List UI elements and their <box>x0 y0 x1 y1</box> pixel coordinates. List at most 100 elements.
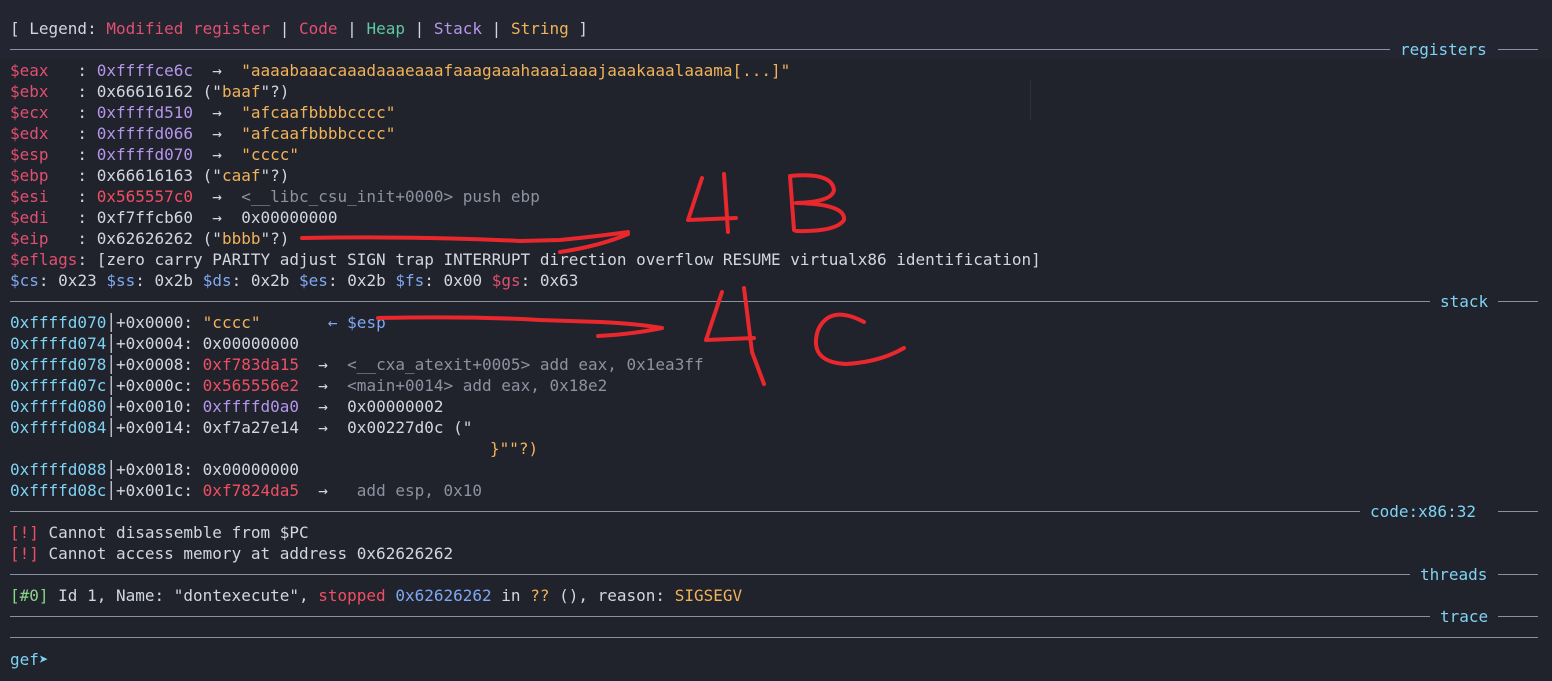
error-tag: [!] <box>10 544 39 563</box>
stack-value: "cccc" <box>202 313 261 332</box>
stack-row: 0xffffd078│+0x0008: 0xf783da15 → <__cxa_… <box>10 354 704 375</box>
stack-separator: stack <box>10 291 1538 312</box>
register-name: $ebx <box>10 82 49 101</box>
code-section-title: code:x86:32 <box>1370 502 1476 521</box>
stack-row: 0xffffd07c│+0x000c: 0x565556e2 → <main+0… <box>10 375 607 396</box>
colon: : <box>48 103 97 122</box>
stack-bar: │ <box>106 460 116 479</box>
segment-name: $ds <box>202 271 232 290</box>
threads-section-title: threads <box>1420 565 1488 584</box>
separator-rule <box>1498 616 1538 617</box>
annotation-arrow-stack <box>376 315 664 338</box>
paren-open: (" <box>193 229 222 248</box>
separator-rule <box>10 616 1430 617</box>
error-message: Cannot disassemble from $PC <box>38 523 309 542</box>
register-deref: <__libc_csu_init+0000> push ebp <box>241 187 540 206</box>
register-deref: "afcaafbbbbcccc" <box>241 124 396 143</box>
register-value: 0xffffd510 <box>96 103 194 122</box>
segment-value: : 0x23 <box>38 271 107 290</box>
stack-value: 0xf7824da5 <box>202 481 299 500</box>
colon: : <box>48 145 97 164</box>
arrow: → <box>193 208 242 227</box>
separator-rule <box>1498 574 1538 575</box>
thread-state: stopped <box>318 586 386 605</box>
arrow: → <box>193 61 242 80</box>
legend-heap: Heap <box>366 19 405 38</box>
register-value: 0xffffd066 <box>96 124 194 143</box>
register-string: caaf <box>221 166 261 185</box>
stack-row: 0xffffd080│+0x0010: 0xffffd0a0 → 0x00000… <box>10 396 444 417</box>
register-value: 0xffffce6c <box>96 61 194 80</box>
annotation-4b-four <box>686 172 738 234</box>
register-name: $ebp <box>10 166 49 185</box>
registers-separator: registers <box>10 39 1538 60</box>
stack-deref: <main+0014> add eax, 0x18e2 <box>347 376 608 395</box>
register-deref: "cccc" <box>241 145 299 164</box>
stack-value: 0x00000000 <box>202 334 299 353</box>
legend-sep: | <box>337 19 367 38</box>
legend-stack: Stack <box>433 19 483 38</box>
segment-name: $gs <box>491 271 521 290</box>
colon: : <box>48 229 97 248</box>
legend-sep: | <box>270 19 299 38</box>
stack-offset: +0x0008: <box>115 355 203 374</box>
stack-address: 0xffffd080 <box>10 397 107 416</box>
stack-bar: │ <box>106 355 116 374</box>
stack-value: 0xf7a27e14 <box>202 418 299 437</box>
stack-deref: 0x00227d0c (" <box>347 418 473 437</box>
trace-section-title: trace <box>1440 607 1489 626</box>
stack-pointer-marker: ← $esp <box>327 313 386 332</box>
legend-open: [ Legend: <box>10 19 107 38</box>
register-ebp: $ebp : 0x66616163 ("caaf"?) <box>10 165 289 186</box>
registers-section-title: registers <box>1400 40 1487 59</box>
colon: : <box>48 82 97 101</box>
separator-rule <box>10 574 1410 575</box>
register-eax: $eax : 0xffffce6c → "aaaabaaacaaadaaaeaa… <box>10 60 790 81</box>
prompt-text: gef➤ <box>10 650 49 669</box>
code-error-line: [!] Cannot disassemble from $PC <box>10 522 309 543</box>
register-name: $eflags <box>10 250 78 269</box>
segment-name: $es <box>299 271 328 290</box>
stack-continuation: }""?) <box>490 438 538 459</box>
register-ecx: $ecx : 0xffffd510 → "afcaafbbbbcccc" <box>10 102 395 123</box>
segment-value: : 0x63 <box>520 271 579 290</box>
separator-rule <box>1498 49 1538 50</box>
stack-bar: │ <box>106 313 116 332</box>
stack-address: 0xffffd074 <box>10 334 107 353</box>
legend-sep: | <box>482 19 511 38</box>
stack-value: 0x00000000 <box>202 460 299 479</box>
stack-value: 0xffffd0a0 <box>202 397 299 416</box>
arrow: → <box>299 397 348 416</box>
arrow: → <box>299 355 348 374</box>
trace-separator: trace <box>10 606 1538 627</box>
stack-offset: +0x000c: <box>115 376 203 395</box>
stack-row: 0xffffd088│+0x0018: 0x00000000 <box>10 459 299 480</box>
error-tag: [!] <box>10 523 39 542</box>
colon: : <box>48 187 97 206</box>
arrow: → <box>299 376 348 395</box>
stack-bar: │ <box>106 397 116 416</box>
paren-open: (" <box>193 82 222 101</box>
register-value: 0x66616163 <box>96 166 194 185</box>
register-eflags: $eflags: [zero carry PARITY adjust SIGN … <box>10 249 1041 270</box>
thread-line: [#0] Id 1, Name: "dontexecute", stopped … <box>10 585 742 606</box>
arrow: → <box>193 103 242 122</box>
thread-text: Id 1, Name: "dontexecute", <box>48 586 319 605</box>
arrow: → <box>193 187 242 206</box>
separator-rule <box>10 511 1360 512</box>
stack-row: 0xffffd08c│+0x001c: 0xf7824da5 → add esp… <box>10 480 482 501</box>
register-value: 0x66616162 <box>96 82 194 101</box>
register-deref: 0x00000000 <box>241 208 338 227</box>
thread-text: in <box>491 586 531 605</box>
stack-offset: +0x0010: <box>115 397 203 416</box>
stack-section-title: stack <box>1440 292 1489 311</box>
thread-reason: SIGSEGV <box>674 586 743 605</box>
segment-value: : 0x2b <box>327 271 396 290</box>
stack-bar: │ <box>106 334 116 353</box>
gef-prompt[interactable]: gef➤ <box>10 649 49 670</box>
legend-sep: | <box>404 19 434 38</box>
register-value: 0x62626262 <box>96 229 194 248</box>
stack-address: 0xffffd088 <box>10 460 107 479</box>
stack-address: 0xffffd084 <box>10 418 107 437</box>
